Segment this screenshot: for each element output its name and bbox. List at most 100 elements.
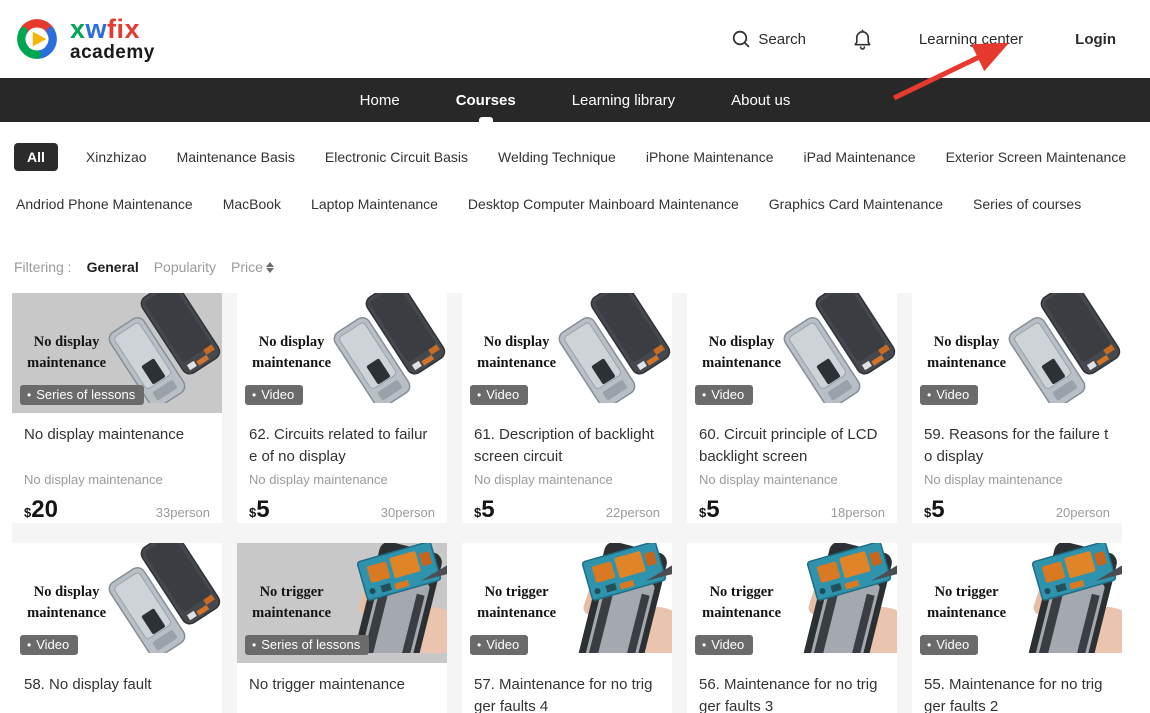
- price-row: $5 30person: [249, 496, 435, 524]
- course-type-badge: Video: [470, 385, 528, 405]
- course-type-badge: Video: [695, 385, 753, 405]
- filtering-label: Filtering :: [14, 259, 72, 275]
- brand-subtitle: academy: [70, 43, 155, 63]
- course-card-body: 60. Circuit principle of LCD backlight s…: [687, 413, 897, 523]
- filter-popularity[interactable]: Popularity: [154, 259, 216, 275]
- course-card[interactable]: No display maintenance Series of lessons…: [12, 293, 222, 523]
- course-type-badge: Video: [20, 635, 78, 655]
- price-row: $5 20person: [924, 496, 1110, 524]
- course-enrollment: 18person: [831, 505, 885, 520]
- course-thumbnail: No display maintenance Video: [12, 543, 222, 663]
- course-grid: No display maintenance Series of lessons…: [12, 293, 1122, 713]
- sort-bar: Filtering : General Popularity Price: [14, 255, 1136, 279]
- category-andriod-phone-maintenance[interactable]: Andriod Phone Maintenance: [14, 190, 195, 218]
- price-row: $5 18person: [699, 496, 885, 524]
- course-price: $5: [924, 496, 945, 524]
- course-price: $5: [249, 496, 270, 524]
- course-card[interactable]: No display maintenance Video 61. Descrip…: [462, 293, 672, 523]
- price-row: $20 33person: [24, 496, 210, 524]
- course-subtitle: No display maintenance: [249, 472, 435, 487]
- course-card[interactable]: No trigger maintenance Video 57. Mainten…: [462, 543, 672, 713]
- course-thumbnail: No display maintenance Video: [462, 293, 672, 413]
- bell-icon: [852, 28, 873, 50]
- course-enrollment: 20person: [1056, 505, 1110, 520]
- course-title: No trigger maintenance: [249, 674, 435, 713]
- brand-name: xwfix: [70, 15, 155, 43]
- course-enrollment: 30person: [381, 505, 435, 520]
- course-card-body: 56. Maintenance for no trigger faults 3 …: [687, 663, 897, 713]
- course-thumbnail: No display maintenance Video: [237, 293, 447, 413]
- category-graphics-card-maintenance[interactable]: Graphics Card Maintenance: [767, 190, 945, 218]
- nav-item-about-us[interactable]: About us: [729, 78, 792, 122]
- category-electronic-circuit-basis[interactable]: Electronic Circuit Basis: [323, 143, 470, 171]
- course-price: $5: [699, 496, 720, 524]
- course-type-badge: Video: [920, 385, 978, 405]
- course-card-body: 59. Reasons for the failure to display N…: [912, 413, 1122, 523]
- course-card[interactable]: No trigger maintenance Video 55. Mainten…: [912, 543, 1122, 713]
- login-button[interactable]: Login: [1075, 31, 1116, 48]
- category-maintenance-basis[interactable]: Maintenance Basis: [175, 143, 297, 171]
- category-xinzhizao[interactable]: Xinzhizao: [84, 143, 149, 171]
- course-enrollment: 22person: [606, 505, 660, 520]
- course-subtitle: No display maintenance: [924, 472, 1110, 487]
- course-price: $5: [474, 496, 495, 524]
- logo[interactable]: xwfix academy: [14, 15, 155, 63]
- course-card-body: 62. Circuits related to failure of no di…: [237, 413, 447, 523]
- notifications-button[interactable]: [852, 28, 873, 50]
- header-actions: Search Learning center Login: [731, 28, 1116, 50]
- course-card[interactable]: No trigger maintenance Video 56. Mainten…: [687, 543, 897, 713]
- course-title: 57. Maintenance for no trigger faults 4: [474, 674, 660, 713]
- nav-item-home[interactable]: Home: [358, 78, 402, 122]
- course-subtitle: No display maintenance: [699, 472, 885, 487]
- course-card-body: No trigger maintenance No trigger mainte…: [237, 663, 447, 713]
- header: xwfix academy Search Learning center Log…: [0, 0, 1150, 78]
- course-card[interactable]: No display maintenance Video 60. Circuit…: [687, 293, 897, 523]
- course-card[interactable]: No display maintenance Video 59. Reasons…: [912, 293, 1122, 523]
- course-title: 58. No display fault: [24, 674, 210, 713]
- course-thumbnail: No display maintenance Video: [912, 293, 1122, 413]
- course-card[interactable]: No display maintenance Video 58. No disp…: [12, 543, 222, 713]
- course-card[interactable]: No display maintenance Video 62. Circuit…: [237, 293, 447, 523]
- course-type-badge: Video: [920, 635, 978, 655]
- course-thumbnail: No display maintenance Video: [687, 293, 897, 413]
- course-title: 55. Maintenance for no trigger faults 2: [924, 674, 1110, 713]
- course-thumbnail: No display maintenance Series of lessons: [12, 293, 222, 413]
- category-macbook[interactable]: MacBook: [221, 190, 283, 218]
- course-title: 61. Description of backlight screen circ…: [474, 424, 660, 468]
- course-price: $20: [24, 496, 58, 524]
- search-icon: [731, 29, 751, 49]
- nav-item-courses[interactable]: Courses: [454, 78, 518, 122]
- course-type-badge: Video: [695, 635, 753, 655]
- course-enrollment: 33person: [156, 505, 210, 520]
- course-thumbnail: No trigger maintenance Series of lessons: [237, 543, 447, 663]
- course-card-body: 55. Maintenance for no trigger faults 2 …: [912, 663, 1122, 713]
- category-welding-technique[interactable]: Welding Technique: [496, 143, 618, 171]
- search-button[interactable]: Search: [731, 29, 806, 49]
- learning-center-link[interactable]: Learning center: [919, 31, 1023, 48]
- sort-arrows-icon[interactable]: [266, 262, 274, 273]
- category-ipad-maintenance[interactable]: iPad Maintenance: [802, 143, 918, 171]
- category-iphone-maintenance[interactable]: iPhone Maintenance: [644, 143, 776, 171]
- filter-general[interactable]: General: [87, 259, 139, 275]
- sort-options: General Popularity Price: [87, 259, 274, 275]
- course-title: 60. Circuit principle of LCD backlight s…: [699, 424, 885, 468]
- course-card-body: 61. Description of backlight screen circ…: [462, 413, 672, 523]
- course-type-badge: Series of lessons: [20, 385, 144, 405]
- category-series-of-courses[interactable]: Series of courses: [971, 190, 1083, 218]
- search-label: Search: [758, 31, 806, 48]
- course-type-badge: Video: [470, 635, 528, 655]
- course-card-body: 57. Maintenance for no trigger faults 4 …: [462, 663, 672, 713]
- price-row: $5 22person: [474, 496, 660, 524]
- category-exterior-screen-maintenance[interactable]: Exterior Screen Maintenance: [944, 143, 1129, 171]
- category-all[interactable]: All: [14, 143, 58, 171]
- course-thumbnail: No trigger maintenance Video: [462, 543, 672, 663]
- category-desktop-computer-mainboard-maintenance[interactable]: Desktop Computer Mainboard Maintenance: [466, 190, 741, 218]
- course-type-badge: Video: [245, 385, 303, 405]
- filter-price[interactable]: Price: [231, 259, 274, 275]
- course-title: 59. Reasons for the failure to display: [924, 424, 1110, 468]
- category-laptop-maintenance[interactable]: Laptop Maintenance: [309, 190, 440, 218]
- course-subtitle: No display maintenance: [474, 472, 660, 487]
- nav-item-learning-library[interactable]: Learning library: [570, 78, 677, 122]
- course-thumbnail: No trigger maintenance Video: [687, 543, 897, 663]
- course-card[interactable]: No trigger maintenance Series of lessons…: [237, 543, 447, 713]
